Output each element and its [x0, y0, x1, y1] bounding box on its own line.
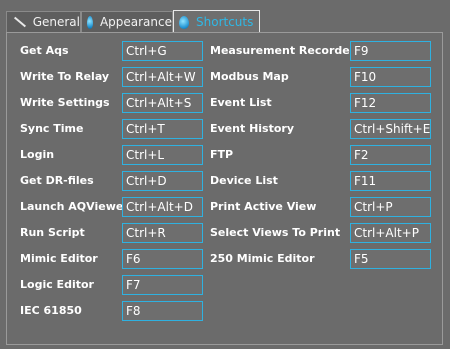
- shortcut-row: Modbus Map F10: [0, 67, 450, 87]
- droplet-icon: [87, 15, 93, 29]
- shortcut-key-field[interactable]: F5: [350, 249, 431, 269]
- tab-bar: General Appearance Shortcuts: [0, 0, 450, 33]
- shortcut-row: 250 Mimic Editor F5: [0, 249, 450, 269]
- shortcut-row: Logic Editor F7: [0, 275, 450, 295]
- shortcut-label: Event List: [210, 96, 272, 109]
- shortcut-label: Print Active View: [210, 200, 317, 213]
- shortcut-row: Event History Ctrl+Shift+E: [0, 119, 450, 139]
- droplet-icon: [179, 15, 189, 29]
- shortcut-row: Device List F11: [0, 171, 450, 191]
- shortcut-key-field[interactable]: F8: [122, 301, 203, 321]
- shortcut-label: FTP: [210, 148, 234, 161]
- pen-icon: [12, 15, 26, 29]
- shortcut-row: Print Active View Ctrl+P: [0, 197, 450, 217]
- shortcut-key-field[interactable]: F2: [350, 145, 431, 165]
- shortcut-key-field[interactable]: Ctrl+P: [350, 197, 431, 217]
- shortcut-label: Device List: [210, 174, 278, 187]
- tab-shortcuts-label: Shortcuts: [196, 15, 254, 29]
- tab-appearance[interactable]: Appearance: [81, 11, 173, 32]
- shortcut-label: IEC 61850: [20, 304, 82, 317]
- shortcut-row: Event List F12: [0, 93, 450, 113]
- shortcut-key-field[interactable]: Ctrl+Shift+E: [350, 119, 431, 139]
- shortcut-key-field[interactable]: F11: [350, 171, 431, 191]
- shortcut-row: Select Views To Print Ctrl+Alt+P: [0, 223, 450, 243]
- shortcut-row: IEC 61850 F8: [0, 301, 450, 321]
- shortcut-key-field[interactable]: F7: [122, 275, 203, 295]
- tab-general-label: General: [32, 15, 80, 29]
- shortcut-row: Measurement Recorder F9: [0, 41, 450, 61]
- shortcut-label: Measurement Recorder: [210, 44, 356, 57]
- shortcut-key-field[interactable]: F12: [350, 93, 431, 113]
- shortcut-key-field[interactable]: F9: [350, 41, 431, 61]
- tab-general[interactable]: General: [6, 11, 81, 32]
- tab-appearance-label: Appearance: [99, 15, 172, 29]
- tab-shortcuts[interactable]: Shortcuts: [173, 10, 260, 33]
- shortcut-label: Event History: [210, 122, 294, 135]
- shortcut-label: 250 Mimic Editor: [210, 252, 315, 265]
- shortcut-key-field[interactable]: F10: [350, 67, 431, 87]
- shortcut-key-field[interactable]: Ctrl+Alt+P: [350, 223, 431, 243]
- shortcut-row: FTP F2: [0, 145, 450, 165]
- shortcut-label: Select Views To Print: [210, 226, 341, 239]
- shortcut-label: Logic Editor: [20, 278, 94, 291]
- shortcut-label: Modbus Map: [210, 70, 289, 83]
